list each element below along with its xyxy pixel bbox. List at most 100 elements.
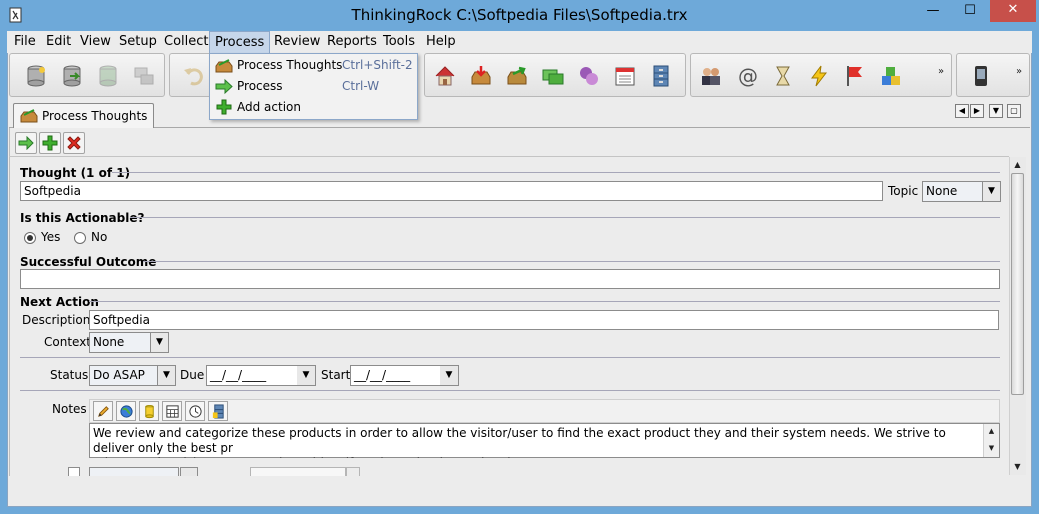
divider <box>112 172 1000 173</box>
context-label: Context <box>44 335 92 349</box>
actions-icon[interactable] <box>575 62 603 90</box>
menu-reports[interactable]: Reports <box>322 31 382 53</box>
thought-input[interactable]: Softpedia <box>20 181 883 201</box>
database-open-icon[interactable] <box>58 62 86 90</box>
scroll-up-icon[interactable]: ▲ <box>1010 157 1025 172</box>
cut-off-date-arrow[interactable] <box>346 467 360 476</box>
due-date-input[interactable]: __/__/____ <box>206 365 298 386</box>
inbox-icon[interactable] <box>467 62 495 90</box>
status-select[interactable]: Do ASAP ▼ <box>89 365 176 386</box>
context-select[interactable]: None ▼ <box>89 332 169 353</box>
calendar-icon[interactable] <box>611 62 639 90</box>
menu-review[interactable]: Review <box>269 31 325 53</box>
menu-item-process-thoughts[interactable]: Process Thoughts Ctrl+Shift-2 <box>210 55 417 76</box>
topic-select[interactable]: None ▼ <box>922 181 1001 202</box>
chevron-down-icon[interactable]: ▼ <box>297 366 315 385</box>
hourglass-icon[interactable] <box>769 62 797 90</box>
description-label: Description <box>22 313 91 327</box>
tab-scroll-left-icon[interactable]: ◀ <box>955 104 969 118</box>
calculator-icon[interactable] <box>162 401 182 421</box>
start-date-picker[interactable]: ▼ <box>440 365 459 386</box>
globe-icon[interactable] <box>116 401 136 421</box>
minimize-button[interactable]: — <box>916 1 950 22</box>
chevron-down-icon[interactable]: ▼ <box>982 182 1000 201</box>
outbox-icon[interactable] <box>503 62 531 90</box>
menu-process[interactable]: Process <box>209 31 271 53</box>
pda-device-icon[interactable] <box>967 62 995 90</box>
menu-view[interactable]: View <box>75 31 116 53</box>
scroll-down-icon[interactable]: ▼ <box>984 439 999 454</box>
tab-scroll-right-icon[interactable]: ▶ <box>970 104 984 118</box>
divider <box>20 390 1000 391</box>
menu-help[interactable]: Help <box>421 31 461 53</box>
pencil-icon[interactable] <box>93 401 113 421</box>
description-input[interactable]: Softpedia <box>89 310 999 330</box>
toolbar-group-device: » <box>956 53 1030 97</box>
actionable-label: Is this Actionable? <box>20 211 145 225</box>
toolbar-group-file <box>9 53 165 97</box>
cabinet-icon[interactable] <box>208 401 228 421</box>
divider <box>89 301 1000 302</box>
tab-process-thoughts[interactable]: Process Thoughts <box>13 103 154 128</box>
process-thoughts-icon <box>215 57 233 74</box>
database-network-icon[interactable] <box>130 62 158 90</box>
menu-setup[interactable]: Setup <box>114 31 162 53</box>
menu-collect[interactable]: Collect <box>159 31 214 53</box>
filing-cabinet-icon[interactable] <box>647 62 675 90</box>
scrollbar-thumb[interactable] <box>1011 173 1024 395</box>
cut-off-date-field[interactable] <box>250 467 346 476</box>
blocks-icon[interactable] <box>877 62 905 90</box>
tab-list-icon[interactable]: ▼ <box>989 104 1003 118</box>
outcome-input[interactable] <box>20 269 1000 289</box>
menu-bar: File Edit View Setup Collect Process Rev… <box>7 31 1032 53</box>
start-date-input[interactable]: __/__/____ <box>350 365 441 386</box>
yes-label: Yes <box>41 230 61 244</box>
chevron-down-icon[interactable]: ▼ <box>157 366 175 385</box>
actionable-no-radio[interactable] <box>74 232 86 244</box>
toolbar-overflow-icon[interactable]: » <box>1013 66 1025 77</box>
email-at-icon[interactable]: @ <box>733 62 761 90</box>
menu-tools[interactable]: Tools <box>378 31 420 53</box>
clock-icon[interactable] <box>185 401 205 421</box>
menu-item-add-action[interactable]: Add action <box>210 97 417 118</box>
process-arrow-icon <box>215 78 233 95</box>
status-label: Status <box>50 368 89 382</box>
toolbar-overflow-icon[interactable]: » <box>935 66 947 77</box>
title-bar[interactable]: ThinkingRock C:\Softpedia Files\Softpedi… <box>0 0 1039 30</box>
chevron-down-icon[interactable]: ▼ <box>440 366 458 385</box>
divider <box>20 357 1000 358</box>
menu-file[interactable]: File <box>9 31 41 53</box>
maximize-tab-icon[interactable]: ▢ <box>1007 104 1021 118</box>
actionable-yes-radio[interactable] <box>24 232 36 244</box>
undo-icon[interactable] <box>180 62 208 90</box>
chevron-down-icon[interactable]: ▼ <box>150 333 168 352</box>
people-icon[interactable] <box>697 62 725 90</box>
process-arrow-icon[interactable] <box>15 132 37 154</box>
cut-off-checkbox[interactable] <box>68 467 80 476</box>
notes-label: Notes <box>52 402 87 416</box>
cut-off-select-arrow[interactable] <box>180 467 198 476</box>
home-icon[interactable] <box>431 62 459 90</box>
no-label: No <box>91 230 108 244</box>
divider <box>143 261 1000 262</box>
cut-off-select[interactable] <box>89 467 179 476</box>
add-plus-icon[interactable] <box>39 132 61 154</box>
menu-edit[interactable]: Edit <box>41 31 76 53</box>
topic-value: None <box>926 184 958 198</box>
database-sync-icon[interactable] <box>94 62 122 90</box>
flag-icon[interactable] <box>841 62 869 90</box>
database-icon[interactable] <box>22 62 50 90</box>
maximize-button[interactable]: ☐ <box>953 1 987 22</box>
notes-text: We review and categorize these products … <box>93 426 946 458</box>
scroll-down-icon[interactable]: ▼ <box>1010 459 1025 474</box>
projects-icon[interactable] <box>539 62 567 90</box>
scroll-up-icon[interactable]: ▲ <box>984 424 999 439</box>
notes-scrollbar[interactable]: ▲ ▼ <box>983 424 999 457</box>
due-date-picker[interactable]: ▼ <box>297 365 316 386</box>
delete-x-icon[interactable] <box>63 132 85 154</box>
divider <box>130 217 1000 218</box>
cylinder-icon[interactable] <box>139 401 159 421</box>
menu-item-process[interactable]: Process Ctrl-W <box>210 76 417 97</box>
close-button[interactable]: ✕ <box>990 0 1036 22</box>
lightning-icon[interactable] <box>805 62 833 90</box>
